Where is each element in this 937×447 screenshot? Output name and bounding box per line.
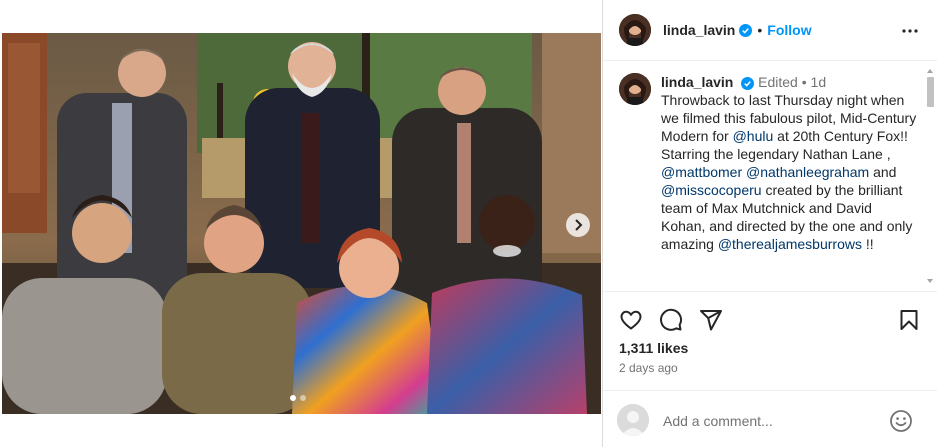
share-icon[interactable] xyxy=(699,308,723,332)
caption-age[interactable]: 1d xyxy=(811,74,827,90)
caption-text-segment: and xyxy=(869,164,897,180)
comment-icon[interactable] xyxy=(659,308,683,332)
mention-link[interactable]: @nathanleegraham xyxy=(746,164,869,180)
author-avatar[interactable] xyxy=(619,14,651,46)
mention-link[interactable]: @misscocoperu xyxy=(661,182,762,198)
caption-body: linda_lavin Edited • 1d Throwback to las… xyxy=(661,73,919,253)
post-photo[interactable] xyxy=(2,33,601,414)
viewer-avatar xyxy=(617,404,649,436)
caption-separator: • xyxy=(801,74,807,90)
caption-text-segment: !! xyxy=(861,236,874,252)
post-media xyxy=(0,0,603,447)
carousel-dot-active xyxy=(290,395,296,401)
post-side-panel: linda_lavin • Follow linda_lavin Edited … xyxy=(603,0,937,447)
caption-text: Throwback to last Thursday night when we… xyxy=(661,91,919,253)
carousel-indicator xyxy=(290,395,306,401)
comment-composer xyxy=(603,390,937,447)
post-dialog: linda_lavin • Follow linda_lavin Edited … xyxy=(0,0,937,447)
like-count[interactable]: 1,311 likes xyxy=(619,340,688,356)
caption-avatar[interactable] xyxy=(619,73,651,105)
caption-comment: linda_lavin Edited • 1d Throwback to las… xyxy=(619,73,919,253)
caption-username[interactable]: linda_lavin xyxy=(661,74,733,90)
emoji-icon[interactable] xyxy=(889,409,913,433)
scroll-up-arrow-icon[interactable] xyxy=(927,69,933,73)
verified-badge-icon xyxy=(741,76,755,90)
heart-icon[interactable] xyxy=(619,308,643,332)
mention-link[interactable]: @therealjamesburrows xyxy=(718,236,862,252)
author-username[interactable]: linda_lavin xyxy=(663,22,735,38)
chevron-right-icon xyxy=(575,219,583,231)
carousel-dot xyxy=(300,395,306,401)
caption-meta: linda_lavin Edited • 1d xyxy=(661,73,919,91)
mention-link[interactable]: @mattbomer xyxy=(661,164,742,180)
comment-input[interactable] xyxy=(663,411,883,431)
scroll-down-arrow-icon[interactable] xyxy=(927,279,933,283)
post-header: linda_lavin • Follow xyxy=(603,0,937,61)
more-options-icon[interactable] xyxy=(901,22,919,40)
verified-badge-icon xyxy=(739,23,753,37)
scroll-thumb[interactable] xyxy=(927,77,934,107)
header-separator: • xyxy=(757,22,763,38)
post-timestamp[interactable]: 2 days ago xyxy=(619,361,678,375)
edited-label: Edited xyxy=(758,74,798,90)
bookmark-icon[interactable] xyxy=(897,308,921,332)
carousel-next-button[interactable] xyxy=(566,213,590,237)
action-bar xyxy=(603,292,937,344)
mention-link[interactable]: @hulu xyxy=(733,128,774,144)
caption-scrollbar[interactable] xyxy=(926,69,935,283)
caption-section: linda_lavin Edited • 1d Throwback to las… xyxy=(603,61,937,292)
follow-button[interactable]: Follow xyxy=(767,22,811,38)
